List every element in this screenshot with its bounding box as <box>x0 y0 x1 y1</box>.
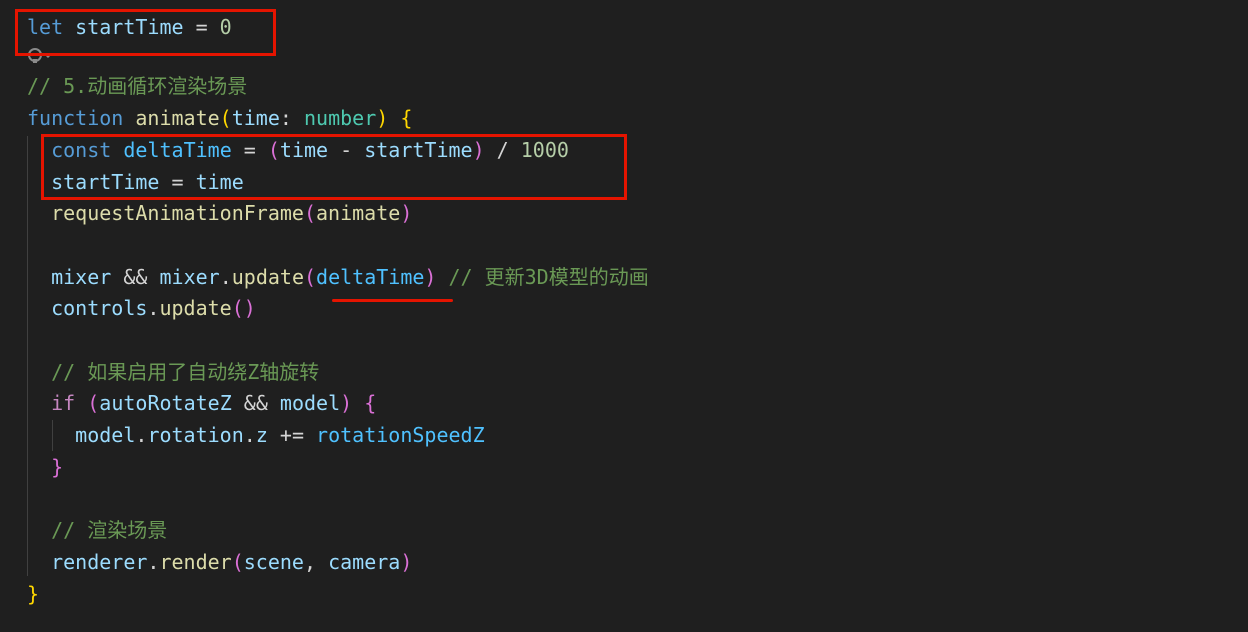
code-token: ) <box>424 265 437 289</box>
code-token: . <box>147 296 160 320</box>
code-line-comment-render[interactable]: // 渲染场景 <box>27 515 167 546</box>
code-token: . <box>147 550 160 574</box>
code-token: { <box>364 391 377 415</box>
code-line-if-autorotate[interactable]: if (autoRotateZ && model) { <box>27 388 376 419</box>
code-token: += <box>267 423 317 447</box>
code-line-comment-animate[interactable]: // 5.动画循环渲染场景 <box>27 71 247 102</box>
annotation-box-deltatime-block <box>41 134 627 200</box>
code-token: model <box>75 423 136 447</box>
code-line-controls-update[interactable]: controls.update() <box>27 293 256 324</box>
code-token: autoRotateZ <box>99 391 232 415</box>
code-token: mixer <box>159 265 220 289</box>
code-token: . <box>219 265 232 289</box>
code-line-comment-rotate[interactable]: // 如果启用了自动绕Z轴旋转 <box>27 357 319 388</box>
code-token: renderer <box>51 550 148 574</box>
code-token: ( <box>231 550 244 574</box>
code-token: scene <box>243 550 304 574</box>
code-token: number <box>303 106 377 130</box>
code-token: // 5.动画循环渲染场景 <box>27 74 248 98</box>
code-token: ( <box>219 106 232 130</box>
code-line-rotation-increment[interactable]: model.rotation.z += rotationSpeedZ <box>27 420 485 451</box>
code-token: , <box>303 550 329 574</box>
code-token: animate <box>135 106 220 130</box>
code-token: deltaTime <box>316 265 425 289</box>
code-token: // 如果启用了自动绕Z轴旋转 <box>51 360 320 384</box>
code-line-function-animate[interactable]: function animate(time: number) { <box>27 103 412 134</box>
code-token: update <box>159 296 232 320</box>
code-token: && <box>111 265 160 289</box>
code-token: time <box>231 106 280 130</box>
code-line-function-close[interactable]: } <box>27 579 39 610</box>
code-token: ) <box>400 201 413 225</box>
code-token: : <box>279 106 304 130</box>
code-token: if <box>51 391 76 415</box>
code-token: ( <box>303 201 317 225</box>
code-token: render <box>159 550 232 574</box>
annotation-box-let-starttime <box>15 9 276 56</box>
code-token: ( <box>304 265 317 289</box>
annotation-underline-deltatime <box>332 299 453 302</box>
code-editor[interactable]: let startTime = 0// 5.动画循环渲染场景 function a… <box>0 0 1248 632</box>
code-token: } <box>27 582 40 606</box>
code-token: rotation <box>147 423 244 447</box>
code-token: && <box>231 391 280 415</box>
code-token: mixer <box>51 265 112 289</box>
code-token: rotationSpeedZ <box>316 423 485 447</box>
code-token: update <box>231 265 304 289</box>
code-token: animate <box>316 201 401 225</box>
code-token: } <box>51 455 64 479</box>
code-token: model <box>279 391 341 415</box>
code-line-if-close[interactable]: } <box>27 452 63 483</box>
code-token: ) <box>340 391 353 415</box>
code-token: () <box>231 296 256 320</box>
code-token: ) <box>376 106 389 130</box>
code-token: function <box>27 106 124 130</box>
code-token: . <box>243 423 256 447</box>
code-token: z <box>255 423 268 447</box>
code-token: requestAnimationFrame <box>51 201 304 225</box>
code-token: camera <box>328 550 401 574</box>
code-line-mixer-update[interactable]: mixer && mixer.update(deltaTime) // 更新3D… <box>27 262 649 293</box>
code-token: ) <box>400 550 413 574</box>
code-token: controls <box>51 296 148 320</box>
code-token: . <box>135 423 148 447</box>
indent-guide-function <box>27 136 28 576</box>
code-token: // 渲染场景 <box>51 518 168 542</box>
indent-guide-if <box>52 420 53 451</box>
code-token: { <box>400 106 413 130</box>
code-line-renderer-render[interactable]: renderer.render(scene, camera) <box>27 547 412 578</box>
code-token: ( <box>87 391 100 415</box>
code-token: // 更新3D模型的动画 <box>436 265 649 289</box>
code-line-request-animation-frame[interactable]: requestAnimationFrame(animate) <box>27 198 412 229</box>
